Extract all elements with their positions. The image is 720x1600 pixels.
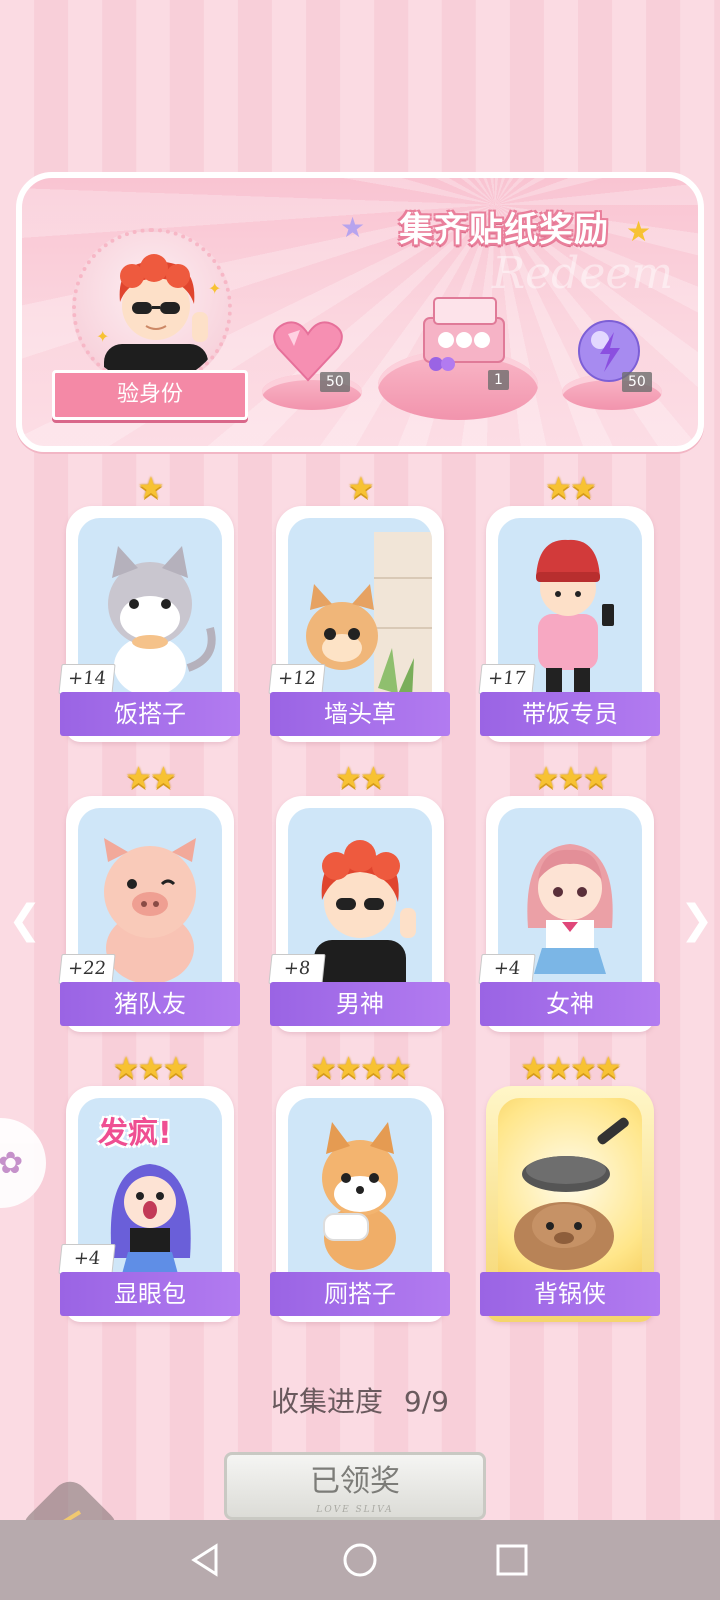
star-rating: ★★★★ [520, 1051, 622, 1086]
next-page-arrow-icon[interactable]: ❯ [680, 900, 714, 940]
flower-icon: ✿ [0, 1146, 24, 1181]
claimed-button[interactable]: 已领奖 LOVE SLIVA [224, 1452, 486, 1520]
svg-text:✦: ✦ [208, 279, 221, 298]
verify-identity-button[interactable]: 验身份 [52, 370, 248, 420]
star-rating: ★★★ [112, 1051, 190, 1086]
sticker-art [498, 1098, 642, 1282]
shiba-icon [322, 1122, 398, 1270]
sticker-name: 显眼包 [60, 1272, 240, 1316]
prev-page-arrow-icon[interactable]: ❮ [8, 900, 42, 940]
star-icon: ★ [626, 215, 652, 248]
star-rating: ★★ [335, 761, 387, 796]
reward-count: 50 [622, 372, 652, 392]
star-icon: ★ [340, 211, 366, 244]
sticker-card[interactable]: ★★★ +4 女神 [478, 762, 660, 1032]
reward-banner: ★ 集齐贴纸奖励 ★ Redeem ✦ ✦ 验身份 50 1 50 [16, 172, 704, 452]
floating-assistant-bubble[interactable]: ✿ [0, 1118, 46, 1208]
progress-label: 收集进度 [271, 1385, 384, 1418]
sticker-card[interactable]: ★★★★ 厕搭子 [270, 1052, 450, 1322]
star-rating: ★ [347, 471, 375, 506]
count-badge: +8 [268, 954, 326, 984]
sticker-name: 饭搭子 [60, 692, 240, 736]
count-badge: +17 [478, 664, 536, 694]
sticker-name: 墙头草 [270, 692, 450, 736]
sticker-name: 猪队友 [60, 982, 240, 1026]
sticker-art [288, 1098, 432, 1282]
home-icon[interactable] [342, 1542, 378, 1578]
system-nav-bar [0, 1520, 720, 1600]
collection-progress: 收集进度 9/9 [0, 1380, 720, 1420]
banner-watermark: Redeem [492, 248, 674, 299]
reward-count: 1 [488, 370, 509, 390]
sticker-name: 女神 [480, 982, 660, 1026]
capybara-pan-icon [514, 1117, 629, 1270]
sticker-name: 男神 [270, 982, 450, 1026]
sticker-card[interactable]: ★ +12 墙头草 [268, 472, 450, 742]
count-badge: +4 [58, 1244, 116, 1274]
claimed-label: 已领奖 [310, 1464, 400, 1499]
star-rating: ★★ [125, 761, 177, 796]
avatar[interactable]: ✦ ✦ [72, 228, 232, 388]
star-rating: ★★★ [532, 761, 610, 796]
sticker-name: 厕搭子 [270, 1272, 450, 1316]
count-badge: +22 [58, 954, 116, 984]
boy-sunglasses-icon: ✦ ✦ [96, 254, 221, 384]
count-badge: +4 [478, 954, 536, 984]
sticker-name: 带饭专员 [480, 692, 660, 736]
star-rating: ★★★★ [310, 1051, 412, 1086]
star-rating: ★★ [545, 471, 597, 506]
svg-text:✦: ✦ [96, 327, 109, 346]
sticker-caption: 发疯! [98, 1116, 172, 1151]
sticker-name: 背锅侠 [480, 1272, 660, 1316]
sticker-card[interactable]: ★★ +22 猪队友 [58, 762, 240, 1032]
claimed-subtitle: LOVE SLIVA [316, 1505, 394, 1515]
sticker-card[interactable]: ★ +14 饭搭子 [58, 472, 240, 742]
count-badge: +14 [58, 664, 116, 694]
progress-value: 9/9 [403, 1385, 449, 1418]
star-rating: ★ [137, 471, 165, 506]
reward-count: 50 [320, 372, 350, 392]
sticker-card[interactable]: ★★★★ 背锅侠 [480, 1052, 660, 1322]
gift-box-icon [418, 290, 510, 376]
sticker-card[interactable]: ★★ +8 男神 [268, 762, 450, 1032]
sticker-card[interactable]: ★★ +17 带饭专员 [478, 472, 660, 742]
back-icon[interactable] [188, 1542, 224, 1578]
count-badge: +12 [268, 664, 326, 694]
recents-icon[interactable] [494, 1542, 530, 1578]
sticker-card[interactable]: ★★★ 发疯! +4 显眼包 [58, 1052, 240, 1322]
